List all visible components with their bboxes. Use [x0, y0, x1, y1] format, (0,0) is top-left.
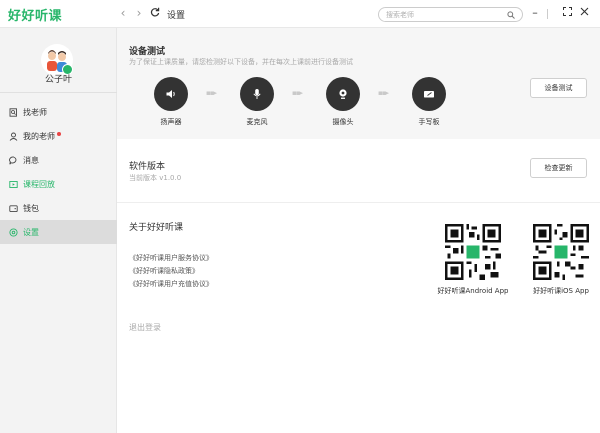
step-arrow-icon: ▪▪▸ — [292, 89, 303, 97]
sidebar-item-course-replay[interactable]: 课程回放 — [0, 172, 117, 196]
speaker-icon — [166, 90, 175, 98]
device-test-button[interactable]: 设备测试 — [530, 78, 587, 98]
page-title: 设置 — [167, 11, 186, 21]
software-version-title: 软件版本 — [129, 162, 166, 172]
device-test-title: 设备测试 — [129, 47, 166, 57]
ios-qr-label: 好好听课iOS App — [533, 287, 589, 295]
device-label: 扬声器 — [160, 118, 182, 126]
replay-icon — [9, 180, 18, 188]
sidebar-item-label: 课程回放 — [23, 179, 55, 189]
settings-icon — [9, 227, 18, 237]
recharge-agreement-link[interactable]: 《好好听课用户充值协议》 — [129, 279, 213, 289]
device-test-section: 设备测试 为了保证上课质量，请您检测好以下设备，并在每次上课前进行设备测试 ▪▪… — [117, 28, 600, 139]
sidebar-item-label: 钱包 — [23, 203, 39, 213]
maximize-icon — [562, 7, 572, 16]
close-button[interactable] — [578, 6, 590, 20]
android-qr-code — [445, 224, 501, 280]
sidebar-item-label: 设置 — [23, 227, 39, 237]
sidebar-item-label: 找老师 — [23, 107, 47, 117]
device-label: 手写板 — [418, 118, 440, 126]
camera-icon — [339, 89, 347, 99]
search-input[interactable] — [386, 8, 504, 21]
sidebar-item-wallet[interactable]: 钱包 — [0, 196, 117, 220]
tablet-icon — [424, 91, 434, 98]
device-label: 摄像头 — [332, 118, 354, 126]
forward-button[interactable]: › — [133, 7, 145, 20]
sidebar: 公子叶 找老师 我的老师 消息 课程回放 钱包 设置 — [0, 28, 117, 433]
sidebar-item-find-teacher[interactable]: 找老师 — [0, 100, 117, 124]
speaker-test-button[interactable] — [154, 77, 188, 111]
app-logo: 好好听课 — [8, 9, 63, 24]
section-divider — [117, 202, 600, 203]
close-icon — [580, 7, 588, 16]
about-title: 关于好好听课 — [129, 223, 184, 233]
notification-dot — [57, 131, 61, 136]
tablet-test-button[interactable] — [412, 77, 446, 111]
wallet-icon — [9, 204, 18, 212]
user-service-agreement-link[interactable]: 《好好听课用户服务协议》 — [129, 253, 213, 263]
check-update-button[interactable]: 检查更新 — [530, 158, 587, 178]
refresh-button[interactable] — [149, 7, 161, 20]
back-button[interactable]: ‹ — [117, 7, 129, 20]
refresh-icon — [150, 7, 160, 17]
microphone-icon — [253, 89, 261, 99]
sidebar-item-label: 消息 — [23, 155, 39, 165]
logout-button[interactable]: 退出登录 — [129, 322, 161, 333]
maximize-button[interactable] — [561, 6, 573, 20]
search-icon[interactable] — [507, 11, 515, 21]
device-test-subtitle: 为了保证上课质量，请您检测好以下设备，并在每次上课前进行设备测试 — [129, 58, 353, 66]
sidebar-item-messages[interactable]: 消息 — [0, 148, 117, 172]
microphone-test-button[interactable] — [240, 77, 274, 111]
sidebar-divider — [0, 92, 117, 93]
teacher-icon — [9, 132, 18, 141]
search-box[interactable] — [378, 7, 523, 22]
current-version: 当前版本 v1.0.0 — [129, 174, 182, 182]
search-teacher-icon — [9, 107, 17, 117]
android-qr-label: 好好听课Android App — [437, 287, 509, 295]
sidebar-item-settings[interactable]: 设置 — [0, 220, 117, 244]
user-name: 公子叶 — [44, 75, 72, 85]
sidebar-item-label: 我的老师 — [23, 131, 55, 141]
privacy-policy-link[interactable]: 《好好听课隐私政策》 — [129, 266, 199, 276]
camera-test-button[interactable] — [326, 77, 360, 111]
sidebar-item-my-teachers[interactable]: 我的老师 — [0, 124, 117, 148]
message-icon — [9, 156, 17, 164]
title-bar: 好好听课 ‹ › 设置 – — [0, 0, 600, 28]
step-arrow-icon: ▪▪▸ — [378, 89, 389, 97]
ios-qr-code — [533, 224, 589, 280]
window-controls-divider — [547, 9, 548, 19]
minimize-button[interactable]: – — [529, 6, 541, 20]
device-label: 麦克风 — [246, 118, 268, 126]
settings-panel: 设备测试 为了保证上课质量，请您检测好以下设备，并在每次上课前进行设备测试 ▪▪… — [117, 28, 600, 433]
step-arrow-icon: ▪▪▸ — [206, 89, 217, 97]
